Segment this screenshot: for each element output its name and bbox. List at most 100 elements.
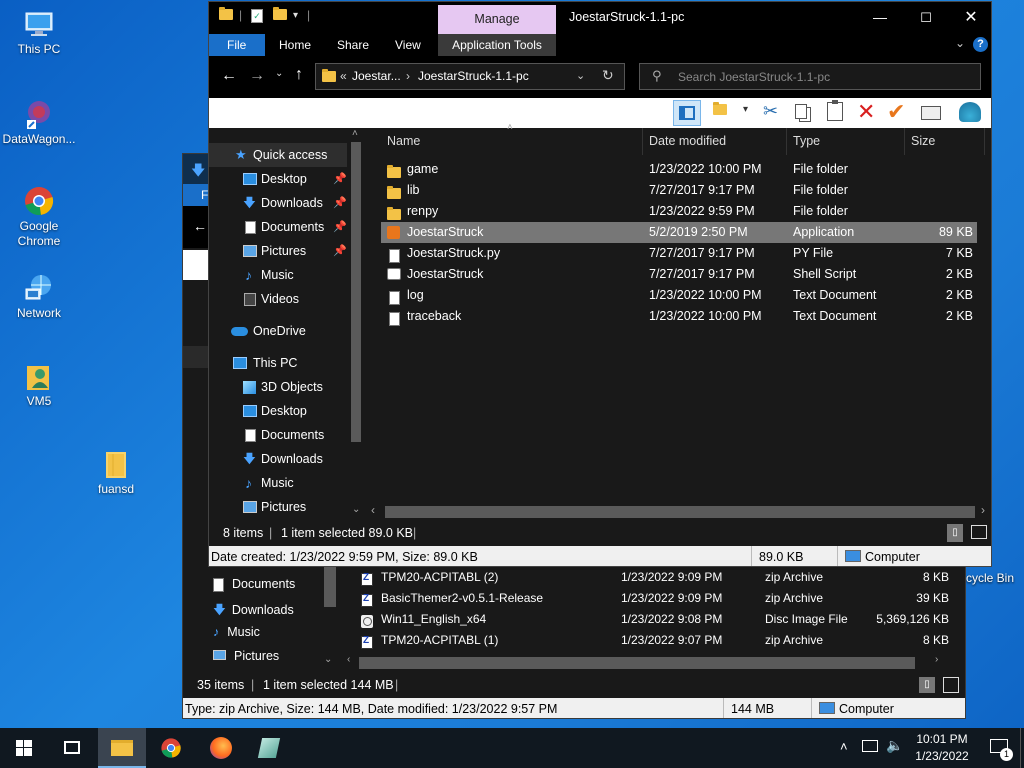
back-window-file-tab[interactable]: F [183, 184, 209, 206]
folder-options-icon[interactable] [713, 102, 727, 118]
back-arrow-icon[interactable]: ← [221, 67, 237, 85]
file-row[interactable]: renpy 1/23/2022 9:59 PM File folder [381, 201, 977, 222]
desktop-icon-vm5[interactable]: VM5 [1, 360, 77, 409]
back-nav-scrollbar[interactable] [324, 567, 336, 607]
chevron-right-icon[interactable]: › [935, 654, 938, 665]
network-status-icon[interactable] [862, 740, 878, 752]
column-header-date[interactable]: Date modified [643, 128, 787, 155]
refresh-icon[interactable]: ↻ [602, 67, 614, 84]
tab-file[interactable]: File [209, 34, 265, 56]
chevron-right-icon[interactable]: › [981, 503, 985, 517]
horizontal-scrollbar-thumb[interactable] [385, 506, 975, 518]
nav-item-downloads[interactable]: 🡇 Downloads 📌 [209, 191, 349, 215]
nav-item-pc-pictures[interactable]: Pictures [209, 495, 349, 519]
file-row[interactable]: JoestarStruck.py 7/27/2017 9:17 PM PY Fi… [381, 243, 977, 264]
shell-icon[interactable] [959, 102, 981, 122]
task-view-button[interactable] [48, 728, 96, 768]
taskbar-firefox[interactable] [198, 728, 246, 768]
chevron-left-icon[interactable]: ‹ [371, 503, 375, 517]
details-view-icon[interactable]: ▯ [947, 524, 963, 542]
file-row-selected[interactable]: JoestarStruck 5/2/2019 2:50 PM Applicati… [381, 222, 977, 243]
tab-view[interactable]: View [381, 34, 435, 56]
large-icons-view-icon[interactable] [971, 525, 987, 539]
chevron-down-icon[interactable]: ⌄ [352, 504, 360, 515]
clock-date[interactable]: 1/23/2022 [914, 749, 970, 763]
chevron-down-icon[interactable]: ⌄ [324, 654, 332, 665]
desktop-icon-this-pc[interactable]: This PC [1, 8, 77, 57]
new-folder-icon[interactable] [273, 7, 287, 23]
address-dropdown-icon[interactable]: ⌄ [576, 69, 585, 82]
nav-item-this-pc[interactable]: This PC [209, 351, 349, 375]
taskbar-chrome[interactable] [148, 728, 196, 768]
nav-item-pc-desktop[interactable]: Desktop [209, 399, 349, 423]
explorer-window-front[interactable]: | ✓ ▾ | Manage JoestarStruck-1.1-pc — ☐ … [208, 1, 992, 567]
forward-arrow-icon[interactable]: → [249, 67, 265, 85]
back-file-row[interactable]: Win11_English_x64 1/23/2022 9:08 PM Disc… [343, 609, 965, 630]
breadcrumb-1[interactable]: Joestar... [352, 69, 401, 83]
pin-icon[interactable]: 📌 [333, 239, 347, 263]
back-arrow-icon[interactable]: ← [193, 218, 207, 234]
pin-icon[interactable]: 📌 [333, 167, 347, 191]
file-row[interactable]: lib 7/27/2017 9:17 PM File folder [381, 180, 977, 201]
paste-icon[interactable] [827, 100, 843, 121]
properties-panel-icon[interactable] [921, 106, 941, 120]
clock-time[interactable]: 10:01 PM [914, 732, 970, 746]
maximize-button[interactable]: ☐ [903, 4, 949, 32]
taskbar-file-explorer[interactable] [98, 728, 146, 768]
chevron-up-icon[interactable]: ˄ [840, 739, 848, 754]
nav-scrollbar-thumb[interactable] [351, 142, 361, 442]
checkmark-icon[interactable]: ✔ [887, 99, 905, 125]
back-nav-item-downloads[interactable]: 🡇 Downloads [213, 601, 294, 622]
nav-item-quick-access[interactable]: ★ Quick access [209, 143, 349, 167]
nav-item-3d-objects[interactable]: 3D Objects [209, 375, 349, 399]
column-header-type[interactable]: Type [787, 128, 905, 155]
tab-application-tools[interactable]: Application Tools [438, 34, 556, 56]
desktop-icon-google-chrome[interactable]: Google Chrome [1, 185, 77, 249]
taskbar-app[interactable] [246, 728, 294, 768]
up-arrow-icon[interactable]: ↑ [295, 66, 303, 84]
chevron-left-icon[interactable]: ‹ [347, 654, 350, 665]
volume-muted-icon[interactable]: 🔈 [886, 737, 903, 754]
nav-item-videos[interactable]: Videos [209, 287, 349, 311]
delete-icon[interactable]: ✕ [857, 99, 875, 125]
copy-icon[interactable] [795, 104, 807, 119]
chevron-up-icon[interactable]: ˄ [352, 128, 358, 139]
breadcrumb-2[interactable]: JoestarStruck-1.1-pc [418, 69, 529, 83]
back-file-row[interactable]: TPM20-ACPITABL (2) 1/23/2022 9:09 PM zip… [343, 567, 965, 588]
back-horizontal-scrollbar[interactable] [359, 657, 915, 669]
pin-icon[interactable]: 📌 [333, 215, 347, 239]
desktop-icon-network[interactable]: Network [1, 272, 77, 321]
nav-item-desktop[interactable]: Desktop 📌 [209, 167, 349, 191]
file-row[interactable]: traceback 1/23/2022 10:00 PM Text Docume… [381, 306, 977, 327]
file-row[interactable]: log 1/23/2022 10:00 PM Text Document 2 K… [381, 285, 977, 306]
navigation-pane-icon[interactable] [673, 100, 701, 126]
tab-home[interactable]: Home [265, 34, 325, 56]
close-button[interactable]: ✕ [949, 4, 991, 32]
title-bar[interactable]: | ✓ ▾ | Manage JoestarStruck-1.1-pc — ☐ … [209, 2, 991, 34]
back-file-row[interactable]: TPM20-ACPITABL (1) 1/23/2022 9:07 PM zip… [343, 630, 965, 651]
chevron-down-icon[interactable]: ⌄ [955, 36, 965, 50]
nav-item-pc-music[interactable]: ♪ Music [209, 471, 349, 495]
help-icon[interactable]: ? [973, 37, 988, 52]
toolbar-dropdown-icon[interactable]: ▾ [743, 104, 748, 115]
desktop-icon-fuansd[interactable]: fuansd [78, 448, 154, 497]
nav-item-onedrive[interactable]: OneDrive [209, 319, 349, 343]
back-nav-item-music[interactable]: ♪ Music [213, 625, 260, 639]
nav-item-pictures[interactable]: Pictures 📌 [209, 239, 349, 263]
column-header-size[interactable]: Size [905, 128, 985, 155]
desktop-icon-datawagon[interactable]: DataWagon... [1, 98, 77, 147]
back-nav-item-documents[interactable]: Documents [213, 577, 295, 592]
pin-icon[interactable]: 📌 [333, 191, 347, 215]
search-box[interactable]: ⚲ Search JoestarStruck-1.1-pc [639, 63, 981, 90]
nav-item-documents[interactable]: Documents 📌 [209, 215, 349, 239]
file-row[interactable]: JoestarStruck 7/27/2017 9:17 PM Shell Sc… [381, 264, 977, 285]
recycle-bin-label-partial[interactable]: cycle Bin [966, 571, 1014, 585]
recent-locations-icon[interactable]: ⌄ [275, 68, 283, 79]
start-button[interactable] [0, 728, 48, 768]
properties-icon[interactable]: ✓ [251, 9, 263, 23]
nav-item-pc-documents[interactable]: Documents [209, 423, 349, 447]
cut-icon[interactable]: ✂ [763, 101, 778, 122]
details-view-icon[interactable]: ▯ [919, 677, 935, 693]
action-center-button[interactable]: 1 [980, 728, 1020, 768]
back-file-row[interactable]: BasicThemer2-v0.5.1-Release 1/23/2022 9:… [343, 588, 965, 609]
